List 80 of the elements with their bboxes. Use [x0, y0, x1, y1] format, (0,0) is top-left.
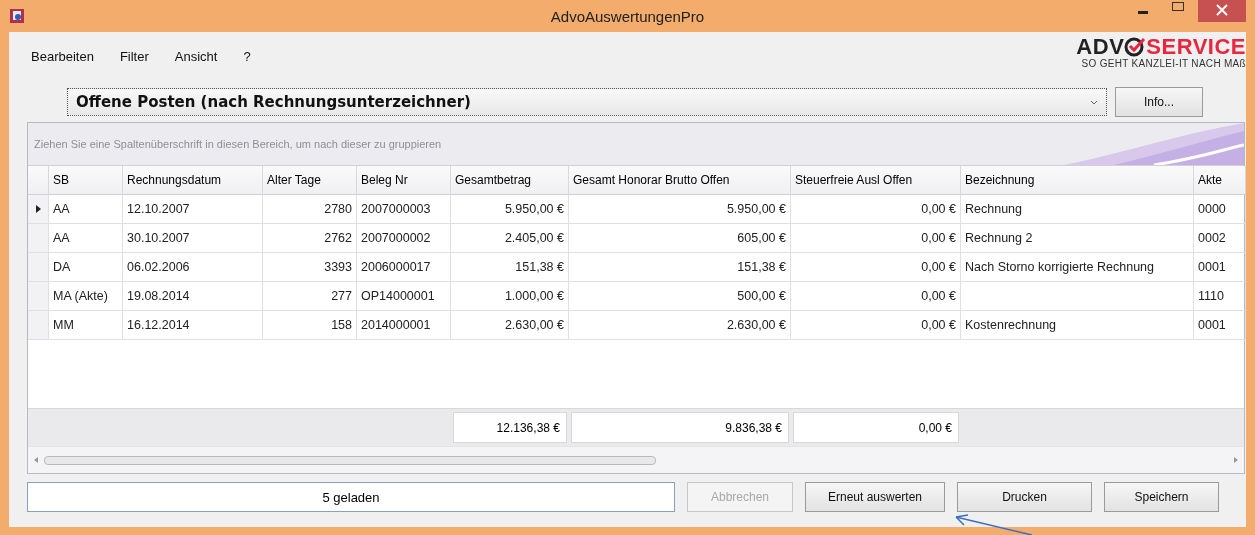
- table-cell: 2762: [263, 224, 357, 253]
- table-cell: 158: [263, 311, 357, 340]
- column-header[interactable]: Bezeichnung: [961, 166, 1194, 195]
- table-cell: 151,38 €: [451, 253, 569, 282]
- table-cell: 0,00 €: [791, 253, 961, 282]
- table-cell: 2014000001: [357, 311, 451, 340]
- column-header[interactable]: Steuerfreie Ausl Offen: [791, 166, 961, 195]
- table-cell: 16.12.2014: [123, 311, 263, 340]
- total-cell: 0,00 €: [793, 412, 959, 443]
- logo-text: ADV: [1076, 36, 1125, 58]
- column-header[interactable]: Alter Tage: [263, 166, 357, 195]
- menu-item[interactable]: ?: [243, 49, 251, 64]
- table-cell: 0,00 €: [791, 282, 961, 311]
- table-cell: 30.10.2007: [123, 224, 263, 253]
- table-cell: MM: [49, 311, 123, 340]
- table-cell: Nach Storno korrigierte Rechnung: [961, 253, 1194, 282]
- logo-tagline: SO GEHT KANZLEI-IT NACH MAß: [1081, 58, 1246, 69]
- table-cell: 2007000002: [357, 224, 451, 253]
- table-cell: 19.08.2014: [123, 282, 263, 311]
- table-cell: 0000: [1194, 195, 1246, 224]
- row-indicator-icon: [35, 205, 41, 213]
- horizontal-scrollbar[interactable]: [28, 446, 1244, 473]
- table-cell: 5.950,00 €: [451, 195, 569, 224]
- column-header[interactable]: Gesamtbetrag: [451, 166, 569, 195]
- total-cell: 9.836,38 €: [571, 412, 789, 443]
- table-cell: OP14000001: [357, 282, 451, 311]
- table-cell: AA: [49, 195, 123, 224]
- table-cell: 151,38 €: [569, 253, 791, 282]
- table-cell: 3393: [263, 253, 357, 282]
- check-circle-icon: [1124, 37, 1147, 57]
- table-cell: 1110: [1194, 282, 1246, 311]
- action-button[interactable]: Erneut auswerten: [805, 482, 945, 512]
- column-header[interactable]: Beleg Nr: [357, 166, 451, 195]
- table-cell: 0,00 €: [791, 224, 961, 253]
- table-cell: 0001: [1194, 253, 1246, 282]
- table-cell: 2.405,00 €: [451, 224, 569, 253]
- table-cell: 2007000003: [357, 195, 451, 224]
- table-cell: 06.02.2006: [123, 253, 263, 282]
- app-icon: [9, 8, 25, 24]
- row-selector[interactable]: [28, 195, 49, 224]
- menu-item[interactable]: Bearbeiten: [31, 49, 94, 64]
- table-cell: 0,00 €: [791, 195, 961, 224]
- table-cell: 605,00 €: [569, 224, 791, 253]
- table-cell: 5.950,00 €: [569, 195, 791, 224]
- logo-text: SERVICE: [1146, 36, 1246, 58]
- table-cell: 2.630,00 €: [451, 311, 569, 340]
- table-cell: Rechnung 2: [961, 224, 1194, 253]
- table-cell: AA: [49, 224, 123, 253]
- column-header[interactable]: SB: [49, 166, 123, 195]
- chevron-down-icon: [1090, 99, 1098, 105]
- table-cell: 277: [263, 282, 357, 311]
- table-cell: Rechnung: [961, 195, 1194, 224]
- table-cell: 2006000017: [357, 253, 451, 282]
- total-cell: 12.136,38 €: [453, 412, 567, 443]
- table-cell: 0002: [1194, 224, 1246, 253]
- table-cell: 0,00 €: [791, 311, 961, 340]
- close-icon[interactable]: [1198, 0, 1246, 22]
- column-header[interactable]: Rechnungsdatum: [123, 166, 263, 195]
- group-hint: Ziehen Sie eine Spaltenüberschrift in diesen Bereich, um nach dieser zu gruppieren: [34, 138, 442, 150]
- status-field: 5 geladen: [27, 482, 675, 512]
- scroll-left-icon[interactable]: [34, 457, 38, 463]
- scroll-right-icon[interactable]: [1234, 457, 1238, 463]
- menu-item[interactable]: Filter: [119, 49, 149, 64]
- column-header[interactable]: Akte: [1194, 166, 1246, 195]
- table-cell: 2780: [263, 195, 357, 224]
- info-button[interactable]: Info...: [1115, 87, 1203, 117]
- table-cell: 1.000,00 €: [451, 282, 569, 311]
- table-cell: DA: [49, 253, 123, 282]
- report-dropdown[interactable]: Offene Posten (nach Rechnungsunterzeichner): [67, 88, 1107, 116]
- table-cell: 500,00 €: [569, 282, 791, 311]
- action-button[interactable]: Drucken: [957, 482, 1092, 512]
- window-title: AdvoAuswertungenPro: [549, 7, 706, 25]
- column-header[interactable]: Gesamt Honorar Brutto Offen: [569, 166, 791, 195]
- table-cell: 0001: [1194, 311, 1246, 340]
- table-cell: 12.10.2007: [123, 195, 263, 224]
- menu-item[interactable]: Ansicht: [174, 49, 218, 64]
- action-button[interactable]: Speichern: [1104, 482, 1219, 512]
- table-cell: 2.630,00 €: [569, 311, 791, 340]
- table-cell: Kostenrechnung: [961, 311, 1194, 340]
- table-cell: MA (Akte): [49, 282, 123, 311]
